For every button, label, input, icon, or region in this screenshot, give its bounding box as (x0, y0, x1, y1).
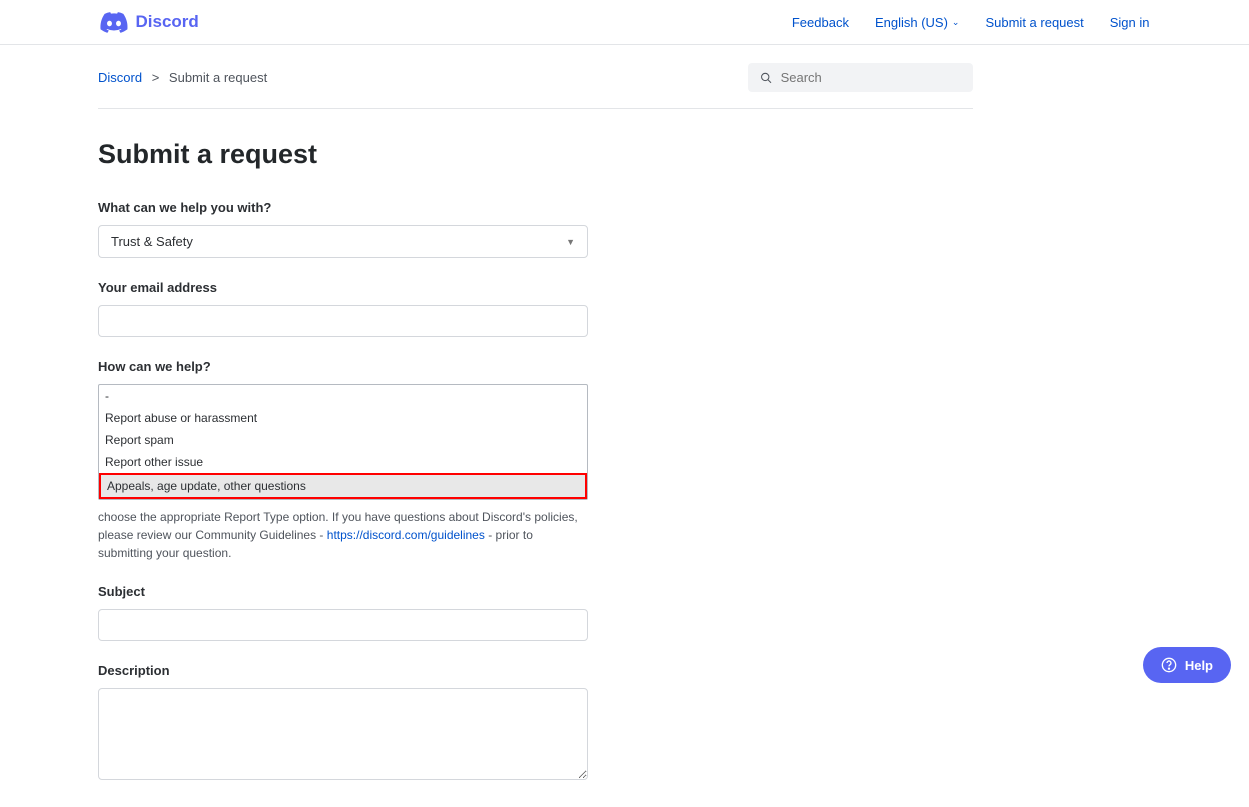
label-subject: Subject (98, 584, 588, 599)
caret-down-icon: ▼ (566, 237, 575, 247)
search-icon (760, 71, 773, 85)
dropdown-item-other[interactable]: Report other issue (99, 451, 587, 473)
nav-feedback[interactable]: Feedback (792, 15, 849, 30)
dropdown-item-abuse[interactable]: Report abuse or harassment (99, 407, 587, 429)
guidelines-link[interactable]: https://discord.com/guidelines (327, 528, 485, 542)
top-row: Discord > Submit a request (98, 45, 973, 92)
breadcrumb-home[interactable]: Discord (98, 70, 142, 85)
help-widget[interactable]: Help (1143, 647, 1231, 683)
breadcrumb-separator: > (152, 70, 160, 85)
field-help-with: What can we help you with? Trust & Safet… (98, 200, 588, 258)
logo-text: Discord (136, 12, 199, 32)
nav-signin[interactable]: Sign in (1110, 15, 1150, 30)
nav-submit-request[interactable]: Submit a request (985, 15, 1083, 30)
dropdown-item-appeals[interactable]: Appeals, age update, other questions (99, 473, 587, 499)
description-textarea[interactable] (98, 688, 588, 780)
label-help-with: What can we help you with? (98, 200, 588, 215)
breadcrumb: Discord > Submit a request (98, 70, 267, 85)
search-box[interactable] (748, 63, 973, 92)
field-subject: Subject (98, 584, 588, 641)
page-title: Submit a request (98, 139, 588, 170)
field-email: Your email address (98, 280, 588, 337)
help-text: choose the appropriate Report Type optio… (98, 508, 588, 562)
chevron-down-icon: ⌄ (952, 17, 960, 28)
discord-icon (100, 12, 128, 33)
label-how-help: How can we help? (98, 359, 588, 374)
field-description: Description (98, 663, 588, 785)
dropdown-item-blank[interactable]: - (99, 385, 587, 407)
label-email: Your email address (98, 280, 588, 295)
select-help-with[interactable]: Trust & Safety ▼ (98, 225, 588, 258)
help-widget-label: Help (1185, 658, 1213, 673)
discord-logo[interactable]: Discord (100, 12, 199, 33)
form-area: Submit a request What can we help you wi… (98, 109, 588, 785)
search-input[interactable] (781, 70, 961, 85)
field-how-help: How can we help? - Report abuse or haras… (98, 359, 588, 562)
header: Discord Feedback English (US)⌄ Submit a … (0, 0, 1249, 45)
select-help-with-value: Trust & Safety (111, 234, 193, 249)
subject-input[interactable] (98, 609, 588, 641)
label-description: Description (98, 663, 588, 678)
nav-links: Feedback English (US)⌄ Submit a request … (792, 15, 1150, 30)
dropdown-item-spam[interactable]: Report spam (99, 429, 587, 451)
nav-language[interactable]: English (US)⌄ (875, 15, 960, 30)
help-icon (1161, 657, 1177, 673)
breadcrumb-current: Submit a request (169, 70, 267, 85)
email-input[interactable] (98, 305, 588, 337)
dropdown-how-help[interactable]: - Report abuse or harassment Report spam… (98, 384, 588, 500)
header-inner: Discord Feedback English (US)⌄ Submit a … (100, 12, 1150, 33)
